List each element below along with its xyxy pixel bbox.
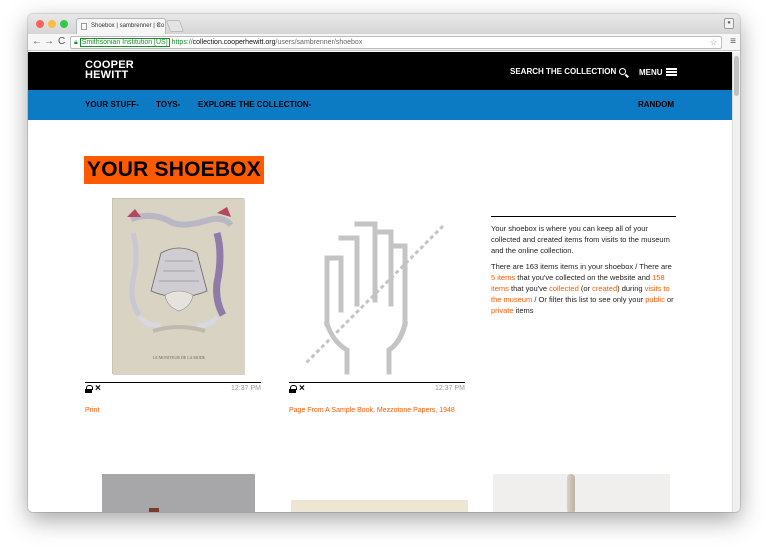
lock-icon[interactable] [85,385,93,393]
shoebox-intro: Your shoebox is where you can keep all o… [491,224,670,255]
dropdown-dash-icon: - [136,100,139,109]
dropdown-dash-icon: - [308,100,312,109]
fashion-print-illustration: LE MONITEUR DE LA MODE [113,199,245,375]
logo-line-2: HEWITT [85,69,129,81]
page-viewport: COOPER HEWITT SEARCH THE COLLECTION MENU… [28,52,732,512]
vertical-scrollbar[interactable] [732,52,740,512]
summary-text: that you've collected on the website and [515,273,653,282]
nav-toys-label: TOYS [156,100,178,109]
tab-title: Shoebox | sambrenner | Co [91,23,165,29]
shoebox-card-print: LE MONITEUR DE LA MODE × 12:37 PM Print [85,198,261,414]
shoebox-item-thumbnail[interactable] [493,474,670,512]
shoebox-item-thumbnail[interactable] [102,474,255,512]
summary-text: (or [578,284,593,293]
tab-close-icon[interactable]: × [157,22,161,29]
nav-explore-collection[interactable]: EXPLORE THE COLLECTION- [198,100,311,109]
lock-icon[interactable] [289,385,297,393]
page-title: YOUR SHOEBOX [84,156,264,184]
ev-certificate-label: Smithsonian Institution [US] [79,38,170,47]
summary-text: ) during [617,284,645,293]
hamburger-icon [665,68,677,76]
shoebox-item-thumbnail[interactable] [291,500,468,512]
scrollbar-thumb[interactable] [734,56,739,96]
browser-toolbar: ← → C 🔒︎ Smithsonian Institution [US] ht… [28,34,740,51]
page-icon [81,23,87,30]
url-path: /users/sambrenner/shoebox [275,39,363,46]
created-link[interactable]: created [592,284,617,293]
back-arrow-icon[interactable]: ← [32,36,42,48]
collected-link[interactable]: collected [549,284,579,293]
summary-text: that you've [508,284,550,293]
summary-text: There are 163 items items in your shoebo… [491,262,672,271]
lock-icon: 🔒︎ [74,39,78,46]
dropdown-dash-icon: - [177,100,181,109]
search-collection-link[interactable]: SEARCH THE COLLECTION [510,67,627,76]
shoebox-card-sample-book: × 12:37 PM Page From A Sample Book, Mezz… [289,198,465,414]
public-filter-link[interactable]: public [645,295,665,304]
menu-label: MENU [639,68,663,77]
card-time: 12:37 PM [231,385,261,392]
fashion-print-image[interactable]: LE MONITEUR DE LA MODE [112,198,245,375]
card-title-link[interactable]: Page From A Sample Book, Mezzotone Paper… [289,407,465,414]
browser-window: Shoebox | sambrenner | Co × ● ← → C 🔒︎ S… [28,14,740,512]
forward-arrow-icon[interactable]: → [44,36,54,48]
object-detail [567,474,575,512]
card-thumbnail[interactable]: LE MONITEUR DE LA MODE [85,198,261,382]
object-detail [149,508,159,512]
items-5-link[interactable]: 5 items [491,273,515,282]
search-collection-label: SEARCH THE COLLECTION [510,67,617,76]
pixel-hand-icon [303,221,445,375]
remove-icon[interactable]: × [299,383,305,394]
print-caption: LE MONITEUR DE LA MODE [153,355,206,360]
profile-icon[interactable]: ● [724,18,734,29]
minimize-window-button[interactable] [48,20,56,28]
cooper-hewitt-logo[interactable]: COOPER HEWITT [85,60,134,81]
summary-text: items [513,306,534,315]
card-thumbnail[interactable] [289,198,465,382]
nav-random[interactable]: RANDOM [638,100,674,109]
summary-text: / Or filter this list to see only your [532,295,646,304]
remove-icon[interactable]: × [95,383,101,394]
site-nav-bar: YOUR STUFF- TOYS- EXPLORE THE COLLECTION… [28,90,732,120]
nav-toys[interactable]: TOYS- [156,100,180,109]
reload-icon[interactable]: C [58,36,65,48]
card-meta: × 12:37 PM [289,383,465,395]
search-icon [619,68,627,75]
nav-your-stuff-label: YOUR STUFF [85,100,137,109]
card-title-link[interactable]: Print [85,407,261,414]
shoebox-summary: There are 163 items items in your shoebo… [491,261,676,316]
nav-your-stuff[interactable]: YOUR STUFF- [85,100,139,109]
tab-strip: Shoebox | sambrenner | Co × ● [28,14,740,34]
url-scheme: https:// [171,39,193,46]
nav-explore-label: EXPLORE THE COLLECTION [198,100,309,109]
url-host: collection.cooperhewitt.org [192,39,276,46]
browser-tab[interactable]: Shoebox | sambrenner | Co × [76,18,166,34]
summary-text: or [664,295,674,304]
close-window-button[interactable] [36,20,44,28]
shoebox-info: Your shoebox is where you can keep all o… [491,216,676,321]
address-bar[interactable]: 🔒︎ Smithsonian Institution [US] https://… [70,36,722,49]
card-time: 12:37 PM [435,385,465,392]
new-tab-button[interactable] [165,20,185,32]
site-menu-button[interactable]: MENU [639,67,677,77]
bookmark-star-icon[interactable]: ☆ [710,37,717,48]
card-meta: × 12:37 PM [85,383,261,395]
private-filter-link[interactable]: private [491,306,514,315]
zoom-window-button[interactable] [60,20,68,28]
site-header: COOPER HEWITT SEARCH THE COLLECTION MENU [28,52,732,90]
browser-menu-icon[interactable]: ≡ [730,36,736,48]
